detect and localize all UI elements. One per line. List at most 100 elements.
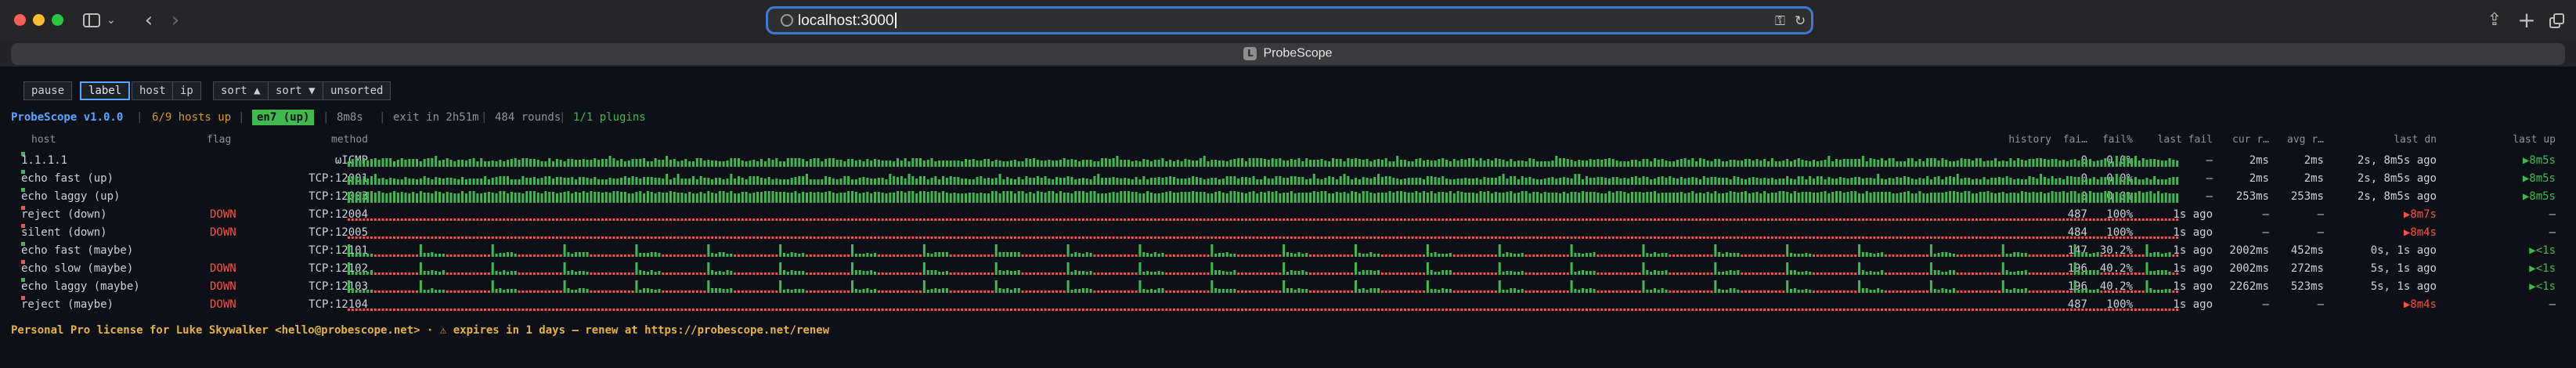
history-bar bbox=[688, 161, 691, 167]
history-bar bbox=[2073, 262, 2076, 275]
history-bar bbox=[1188, 192, 1191, 203]
table-row[interactable]: reject (maybe) DOWN TCP:12104 487 100% 1s ago… bbox=[0, 296, 2576, 314]
reload-icon[interactable]: ↻ bbox=[1795, 12, 1806, 31]
sort-descending-button[interactable]: sort ▼ bbox=[268, 81, 323, 100]
table-row[interactable]: echo fast (maybe) TCP:12101 147 30.2% 1s ago… bbox=[0, 242, 2576, 260]
column-fails[interactable]: fai… bbox=[2036, 134, 2087, 146]
table-row[interactable]: reject (down) DOWN TCP:12004 487 100% 1s ago —… bbox=[0, 206, 2576, 224]
history-bar bbox=[408, 290, 411, 293]
history-bar bbox=[1650, 192, 1653, 203]
column-fail-pct[interactable]: fail% bbox=[2087, 134, 2133, 146]
table-row[interactable]: 1.1.1.1ωICMP00.0%—2ms2ms2s, 8m5s ago▶8m5… bbox=[0, 152, 2576, 170]
new-tab-plus-icon[interactable]: + bbox=[2516, 9, 2537, 31]
history-bar bbox=[484, 193, 487, 203]
extension-icon[interactable]: ⚿ bbox=[1775, 12, 1785, 31]
share-icon[interactable]: ⇪ bbox=[2484, 9, 2506, 31]
minimize-window-button[interactable] bbox=[33, 14, 45, 26]
history-bar bbox=[1827, 236, 1831, 239]
history-bar bbox=[1362, 177, 1365, 185]
history-bar bbox=[847, 159, 850, 167]
history-bar bbox=[1896, 290, 1899, 293]
history-bar bbox=[1582, 179, 1585, 185]
history-bar bbox=[893, 193, 896, 203]
history-bar bbox=[1782, 308, 1785, 311]
tab-probescope[interactable]: L ProbeScope bbox=[11, 43, 2565, 65]
table-row[interactable]: echo slow (maybe) DOWN TCP:12102 196 40.2% 1s… bbox=[0, 260, 2576, 278]
back-arrow-icon[interactable]: ‹ bbox=[139, 9, 158, 31]
history-bar bbox=[1283, 236, 1286, 239]
column-flag[interactable]: flag bbox=[207, 134, 231, 146]
history-bar bbox=[1865, 236, 1868, 239]
history-bar bbox=[934, 252, 937, 257]
table-row[interactable]: echo laggy (maybe) DOWN TCP:12103 196 40.2% 1… bbox=[0, 278, 2576, 296]
close-window-button[interactable] bbox=[14, 14, 26, 26]
history-bar bbox=[393, 218, 396, 221]
history-bar bbox=[544, 272, 547, 275]
column-avg-rtt[interactable]: avg r… bbox=[2271, 134, 2324, 146]
sidebar-icon[interactable] bbox=[81, 9, 102, 31]
pause-button[interactable]: pause bbox=[23, 81, 73, 100]
history-bar bbox=[1990, 193, 1993, 203]
history-bar bbox=[1006, 177, 1009, 185]
address-url[interactable]: localhost:3000 bbox=[798, 13, 894, 29]
history-bar bbox=[1695, 218, 1698, 221]
host-button[interactable]: host bbox=[132, 81, 174, 100]
history-bar bbox=[2051, 290, 2054, 293]
history-bar bbox=[2085, 179, 2088, 185]
history-bar bbox=[832, 308, 835, 311]
history-bar bbox=[1063, 308, 1066, 311]
table-row[interactable]: echo fast (up)TCP:1200100.0%—2ms2ms2s, 8… bbox=[0, 170, 2576, 188]
label-button[interactable]: label bbox=[80, 81, 131, 100]
history-bar bbox=[1479, 290, 1482, 293]
history-bar bbox=[828, 177, 832, 185]
history-bar bbox=[1502, 174, 1505, 185]
unsorted-button[interactable]: unsorted bbox=[323, 81, 391, 100]
history-bar bbox=[1888, 178, 1891, 185]
history-bar bbox=[1044, 218, 1047, 221]
history-bar bbox=[1650, 161, 1653, 167]
history-bar bbox=[2168, 218, 2171, 221]
history-bar bbox=[1929, 236, 1932, 239]
table-row[interactable]: silent (down) DOWN TCP:12005 484 100% 1s ago —… bbox=[0, 224, 2576, 242]
history-bar bbox=[1835, 254, 1838, 257]
history-bar bbox=[1838, 236, 1842, 239]
zoom-window-button[interactable] bbox=[52, 14, 63, 26]
history-bar bbox=[2096, 252, 2099, 257]
history-bar bbox=[953, 193, 956, 203]
history-bar bbox=[1214, 270, 1218, 275]
history-bar bbox=[1748, 159, 1751, 167]
history-bar bbox=[1506, 290, 1509, 293]
table-row[interactable]: echo laggy (up)TCP:1200300.0%—253ms253ms… bbox=[0, 188, 2576, 206]
address-bar[interactable]: localhost:3000 ⚿ ↻ bbox=[766, 6, 1813, 34]
forward-arrow-icon[interactable]: › bbox=[166, 9, 185, 31]
history-bar bbox=[1722, 236, 1724, 239]
sort-ascending-button[interactable]: sort ▲ bbox=[213, 81, 269, 100]
history-bar bbox=[813, 158, 816, 167]
history-bar bbox=[900, 290, 903, 293]
history-bar bbox=[703, 290, 706, 293]
history-bar bbox=[1627, 218, 1630, 221]
tab-overview-icon[interactable] bbox=[2546, 9, 2567, 31]
history-bar bbox=[2160, 254, 2163, 257]
history-bar bbox=[1355, 280, 1358, 293]
history-bar bbox=[1366, 254, 1369, 257]
history-bar bbox=[676, 193, 680, 203]
history-bar bbox=[854, 270, 857, 275]
column-last-fail[interactable]: last fail bbox=[2138, 134, 2213, 146]
column-cur-rtt[interactable]: cur r… bbox=[2216, 134, 2269, 146]
column-method[interactable]: method bbox=[258, 134, 368, 146]
history-bar bbox=[1157, 236, 1160, 239]
history-bar bbox=[590, 290, 593, 293]
history-bar bbox=[874, 179, 877, 185]
history-bar bbox=[1986, 290, 1990, 293]
history-bar bbox=[998, 174, 1001, 185]
history-bar bbox=[2164, 161, 2167, 167]
history-bar bbox=[2138, 218, 2141, 221]
column-host[interactable]: host bbox=[31, 134, 56, 146]
column-last-dn[interactable]: last dn bbox=[2333, 134, 2437, 146]
chevron-down-icon[interactable]: ⌄ bbox=[106, 9, 116, 31]
column-last-up[interactable]: last up bbox=[2454, 134, 2556, 146]
history-bar bbox=[2073, 280, 2076, 293]
ip-button[interactable]: ip bbox=[172, 81, 201, 100]
history-bar bbox=[1260, 308, 1263, 311]
